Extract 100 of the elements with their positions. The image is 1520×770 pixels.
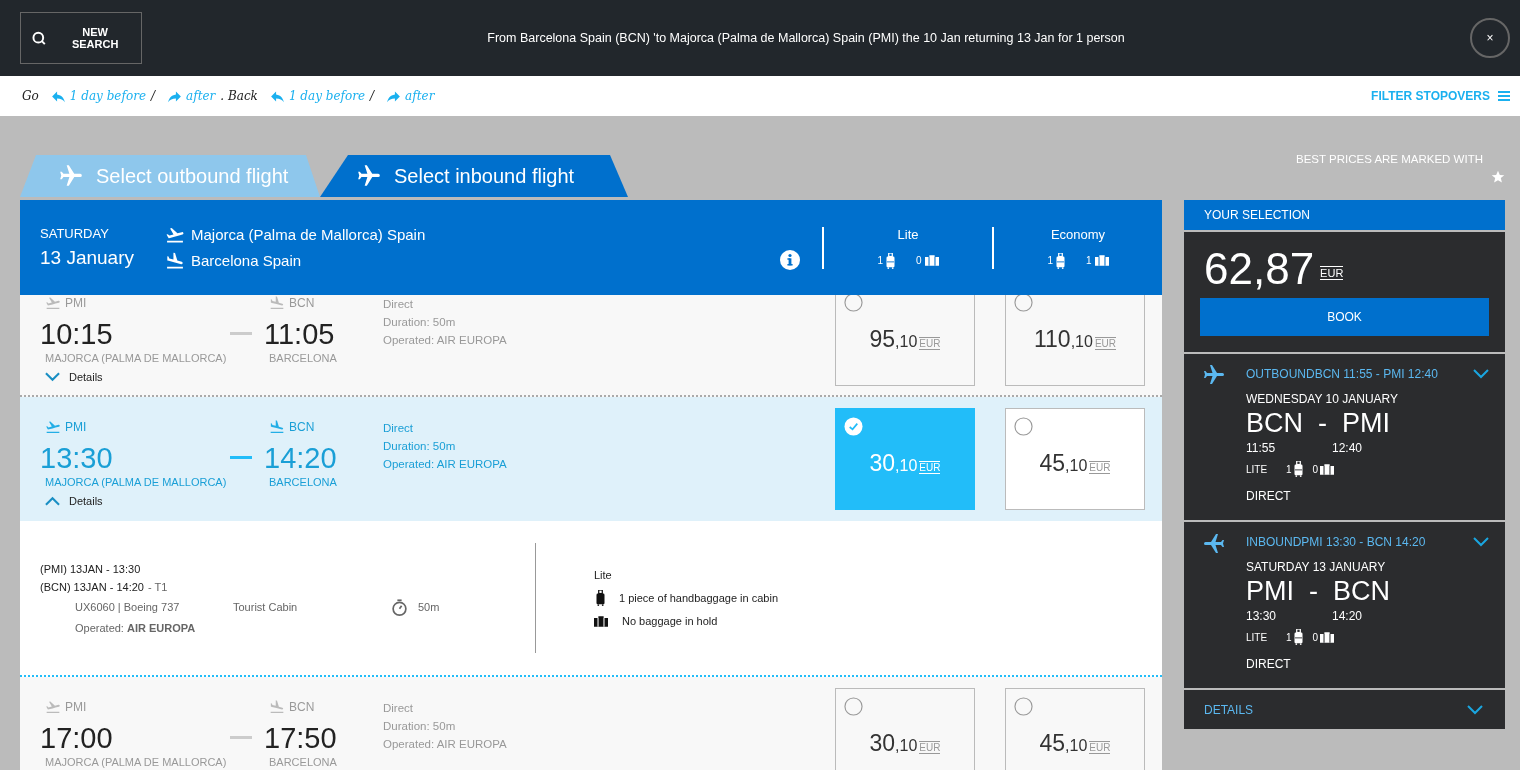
- price-option[interactable]: 95,10 EUR: [835, 295, 975, 386]
- details-toggle[interactable]: Details: [40, 371, 103, 383]
- price-option[interactable]: 110,10EUR: [1005, 295, 1145, 386]
- departure-time: 10:15: [40, 317, 114, 351]
- close-button[interactable]: ×: [1470, 18, 1510, 58]
- arrival-time: 17:50: [264, 721, 338, 755]
- chevron-icon: [45, 372, 60, 382]
- leg-route: BCN - PMI: [1246, 408, 1391, 439]
- cabin-bag-count: 1: [1286, 631, 1292, 643]
- currency-label: EUR: [919, 461, 941, 474]
- arrival-detail: (BCN) 13JAN - 14:20: [40, 580, 144, 593]
- chevron-icon: [1467, 704, 1483, 715]
- departure-time: 11:55: [1246, 441, 1277, 455]
- hold-bag-count: 0: [916, 255, 922, 266]
- fare-name: LITE: [1246, 631, 1269, 643]
- trolley-icon: [886, 252, 895, 269]
- price-option[interactable]: 30,10 EUR: [835, 688, 975, 770]
- baggage-allowance: 1 piece of handbaggage in cabin: [619, 592, 779, 604]
- airplane-icon: [1202, 363, 1226, 387]
- trolley-icon: [1056, 252, 1065, 269]
- landing-icon: [165, 250, 185, 271]
- back-label: . Back: [220, 89, 258, 103]
- stops-label: Direct: [383, 701, 415, 716]
- flight-row[interactable]: PMI 13:30 MAJORCA (PALMA DE MALLORCA) Details BCN 14:20 BARCELONA Direct Duration: 50m Operated: AIR EUROPA 30,10 EUR 45,10 EUR: [20, 397, 1162, 521]
- details-label: DETAILS: [1204, 702, 1254, 717]
- stopwatch-icon: [391, 598, 408, 616]
- cabin-bag-count: 1: [1286, 463, 1292, 475]
- day-label: SATURDAY: [40, 226, 110, 241]
- price-amount: 95: [869, 326, 896, 353]
- currency-label: EUR: [1320, 266, 1344, 280]
- total-price: 62,87: [1204, 244, 1315, 294]
- duration-label: Duration: 50m: [383, 315, 457, 330]
- suitcase-icon: [1094, 255, 1109, 266]
- chevron-icon[interactable]: [1473, 537, 1489, 547]
- stops-label: DIRECT: [1246, 657, 1292, 671]
- price-decimals: ,10: [895, 333, 918, 351]
- route-dash: [230, 736, 252, 739]
- departure-time: 13:30: [40, 441, 114, 475]
- flight-row[interactable]: PMI 10:15 MAJORCA (PALMA DE MALLORCA) Details BCN 11:05 BARCELONA Direct Duration: 50m Operated: AIR EUROPA 95,10 EUR 110,10EUR: [20, 295, 1162, 397]
- radio-icon: [1014, 417, 1033, 436]
- new-search-button[interactable]: NEW SEARCH: [20, 12, 142, 64]
- separator: /: [151, 89, 156, 103]
- currency-label: EUR: [919, 337, 941, 350]
- origin-label: Majorca (Palma de Mallorca) Spain: [191, 226, 426, 243]
- city-label: MAJORCA (PALMA DE MALLORCA): [44, 475, 227, 489]
- radio-icon: [1014, 295, 1033, 312]
- departure-time: 13:30: [1246, 609, 1278, 623]
- route-dash: [230, 332, 252, 335]
- price-amount: 45: [1039, 730, 1066, 757]
- flight-number: UX6060 | Boeing 737: [75, 601, 181, 613]
- airport-code: BCN: [289, 420, 315, 434]
- details-toggle[interactable]: DETAILS: [1184, 690, 1505, 729]
- chevron-icon[interactable]: [1473, 369, 1489, 379]
- suitcase-icon: [1320, 463, 1335, 475]
- cabin-bag-count: 1: [877, 255, 883, 266]
- info-icon[interactable]: [780, 249, 800, 270]
- radio-icon: [844, 417, 863, 436]
- trolley-icon: [596, 590, 605, 606]
- currency-label: EUR: [1089, 461, 1111, 474]
- go-label: Go: [22, 89, 39, 103]
- flight-row[interactable]: PMI 17:00 MAJORCA (PALMA DE MALLORCA) BCN 17:50 BARCELONA Direct Duration: 50m Operated: AIR EUROPA 30,10 EUR 45,10 EUR: [20, 677, 1162, 770]
- radio-icon: [844, 295, 863, 312]
- city-label: MAJORCA (PALMA DE MALLORCA): [44, 755, 227, 769]
- city-label: BARCELONA: [268, 475, 337, 489]
- city-label: BARCELONA: [268, 755, 337, 769]
- currency-label: EUR: [919, 741, 941, 754]
- menu-icon[interactable]: [1498, 91, 1510, 101]
- fare-name: LITE: [1246, 463, 1269, 475]
- price-amount: 110: [1033, 326, 1071, 353]
- price-decimals: ,10: [895, 737, 918, 755]
- terminal-label: - T1: [147, 580, 168, 593]
- suitcase-icon: [594, 615, 608, 627]
- airport-code: PMI: [65, 700, 87, 714]
- airport-code: BCN: [289, 296, 315, 310]
- suitcase-icon: [1320, 631, 1335, 643]
- radio-icon: [844, 697, 863, 716]
- baggage-allowance: No baggage in hold: [622, 615, 718, 627]
- hold-bag-count: 0: [1312, 463, 1319, 475]
- book-button[interactable]: BOOK: [1200, 298, 1489, 336]
- chevron-icon: [45, 496, 60, 506]
- arrival-time: 14:20: [264, 441, 338, 475]
- fare-name: Economy: [1050, 226, 1106, 242]
- trolley-icon: [1293, 461, 1303, 477]
- arrival-time: 11:05: [264, 317, 336, 351]
- details-toggle[interactable]: Details: [40, 495, 103, 507]
- radio-icon: [1014, 697, 1033, 716]
- duration-label: Duration: 50m: [383, 439, 457, 454]
- separator: /: [370, 89, 375, 103]
- flight-tab[interactable]: Select inbound flight: [320, 155, 628, 197]
- takeoff-icon: [45, 699, 61, 715]
- fare-name: Lite: [594, 569, 613, 581]
- destination-label: Barcelona Spain: [191, 252, 302, 269]
- airplane-icon: [356, 163, 382, 189]
- price-option[interactable]: 45,10 EUR: [1005, 688, 1145, 770]
- operator-label: Operated: AIR EUROPA: [74, 621, 197, 634]
- hold-bag-count: 1: [1086, 255, 1092, 266]
- trolley-icon: [1293, 629, 1303, 645]
- landing-icon: [269, 295, 285, 311]
- price-option[interactable]: 45,10 EUR: [1005, 408, 1145, 510]
- leg-heading: INBOUNDPMI 13:30 - BCN 14:20: [1246, 535, 1426, 549]
